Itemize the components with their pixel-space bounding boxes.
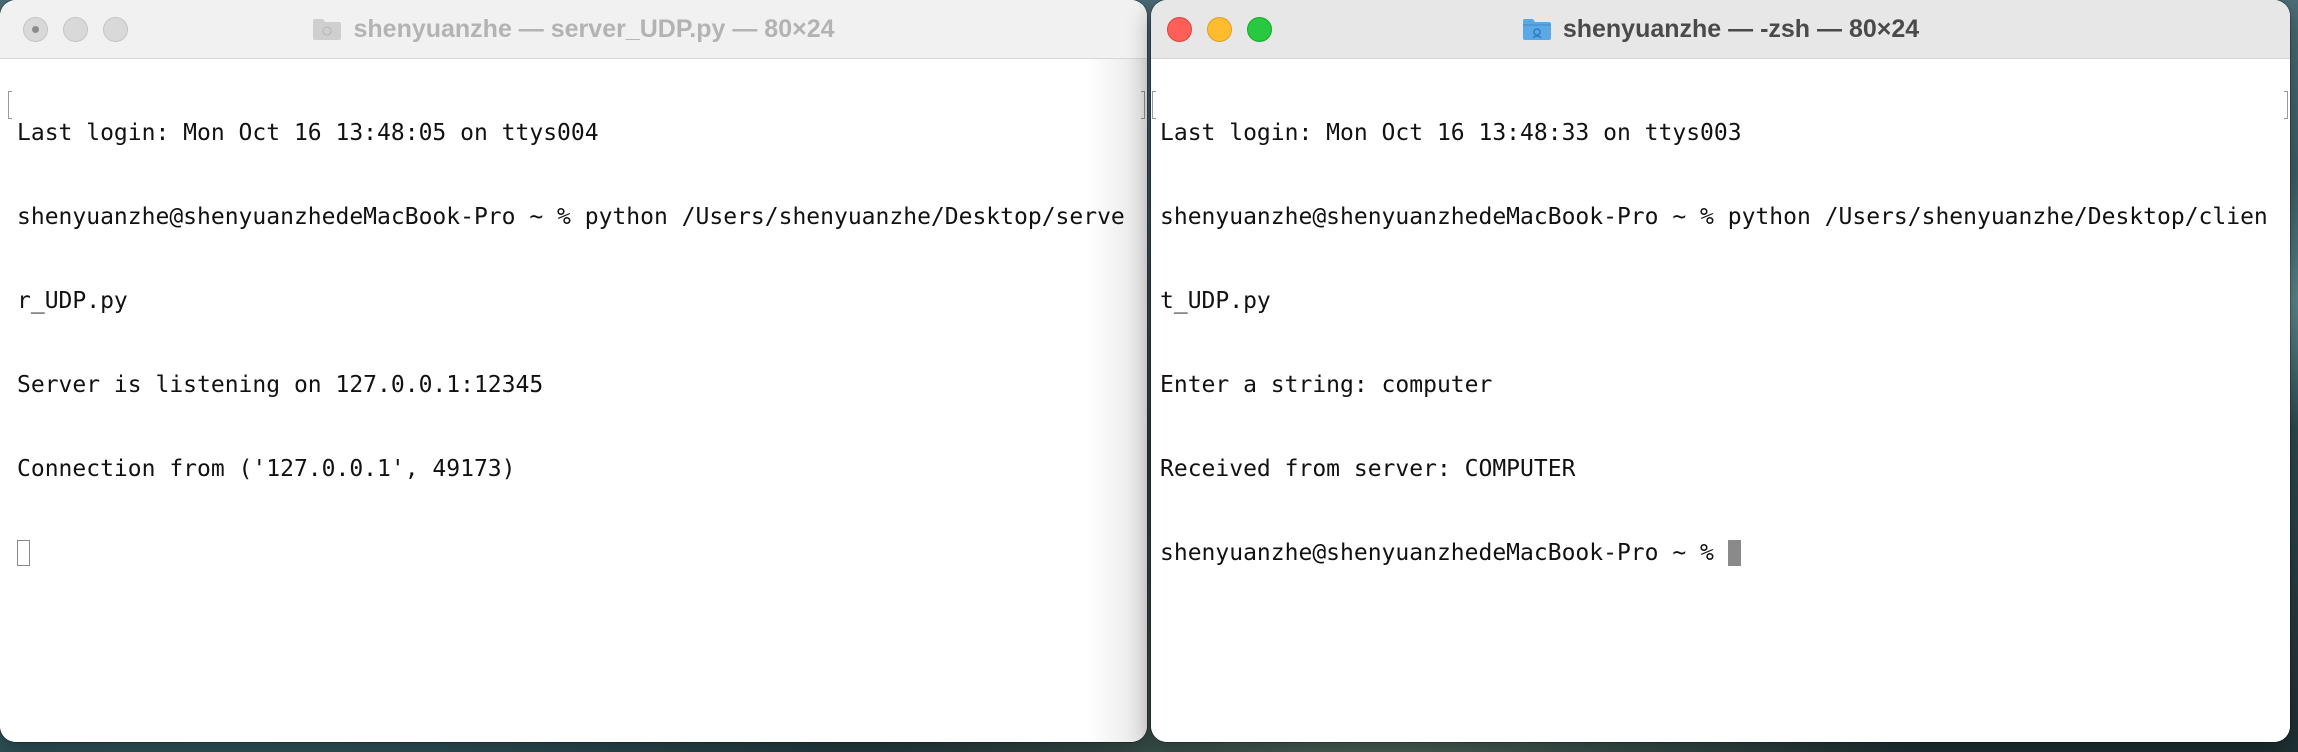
window-title: shenyuanzhe — -zsh — 80×24 [1151,0,2290,58]
mark-bracket [1152,91,1156,119]
prompt-text: shenyuanzhe@shenyuanzhedeMacBook-Pro ~ % [1160,540,1728,566]
mark-bracket [2284,91,2288,119]
title-bar[interactable]: shenyuanzhe — server_UDP.py — 80×24 [0,0,1147,59]
folder-icon [1522,19,1551,40]
mark-bracket [1141,91,1145,119]
terminal-line: shenyuanzhe@shenyuanzhedeMacBook-Pro ~ %… [1160,204,2268,230]
folder-icon [313,19,342,40]
terminal-line: Connection from ('127.0.0.1', 49173) [17,456,516,482]
terminal-window-server[interactable]: shenyuanzhe — server_UDP.py — 80×24 Last… [0,0,1147,742]
terminal-output[interactable]: Last login: Mon Oct 16 13:48:33 on ttys0… [1151,59,2290,742]
terminal-line: Last login: Mon Oct 16 13:48:05 on ttys0… [17,120,599,146]
terminal-line: t_UDP.py [1160,288,1271,314]
title-bar[interactable]: shenyuanzhe — -zsh — 80×24 [1151,0,2290,59]
terminal-line: Last login: Mon Oct 16 13:48:33 on ttys0… [1160,120,1742,146]
terminal-output[interactable]: Last login: Mon Oct 16 13:48:05 on ttys0… [0,59,1147,742]
window-title-text: shenyuanzhe — -zsh — 80×24 [1562,14,1920,43]
prompt-line: shenyuanzhe@shenyuanzhedeMacBook-Pro ~ % [1160,539,2290,567]
terminal-window-client[interactable]: shenyuanzhe — -zsh — 80×24 Last login: M… [1151,0,2290,742]
text-cursor [1727,540,1741,566]
terminal-line: Received from server: COMPUTER [1160,456,1576,482]
terminal-line: Enter a string: computer [1160,372,1493,398]
window-title-text: shenyuanzhe — server_UDP.py — 80×24 [353,14,835,43]
mark-bracket [8,91,12,119]
terminal-line: shenyuanzhe@shenyuanzhedeMacBook-Pro ~ %… [17,204,1125,230]
terminal-line: Server is listening on 127.0.0.1:12345 [17,372,544,398]
cursor-line [17,539,1147,567]
window-title: shenyuanzhe — server_UDP.py — 80×24 [0,0,1147,58]
text-cursor [17,540,30,566]
terminal-line: r_UDP.py [17,288,128,314]
